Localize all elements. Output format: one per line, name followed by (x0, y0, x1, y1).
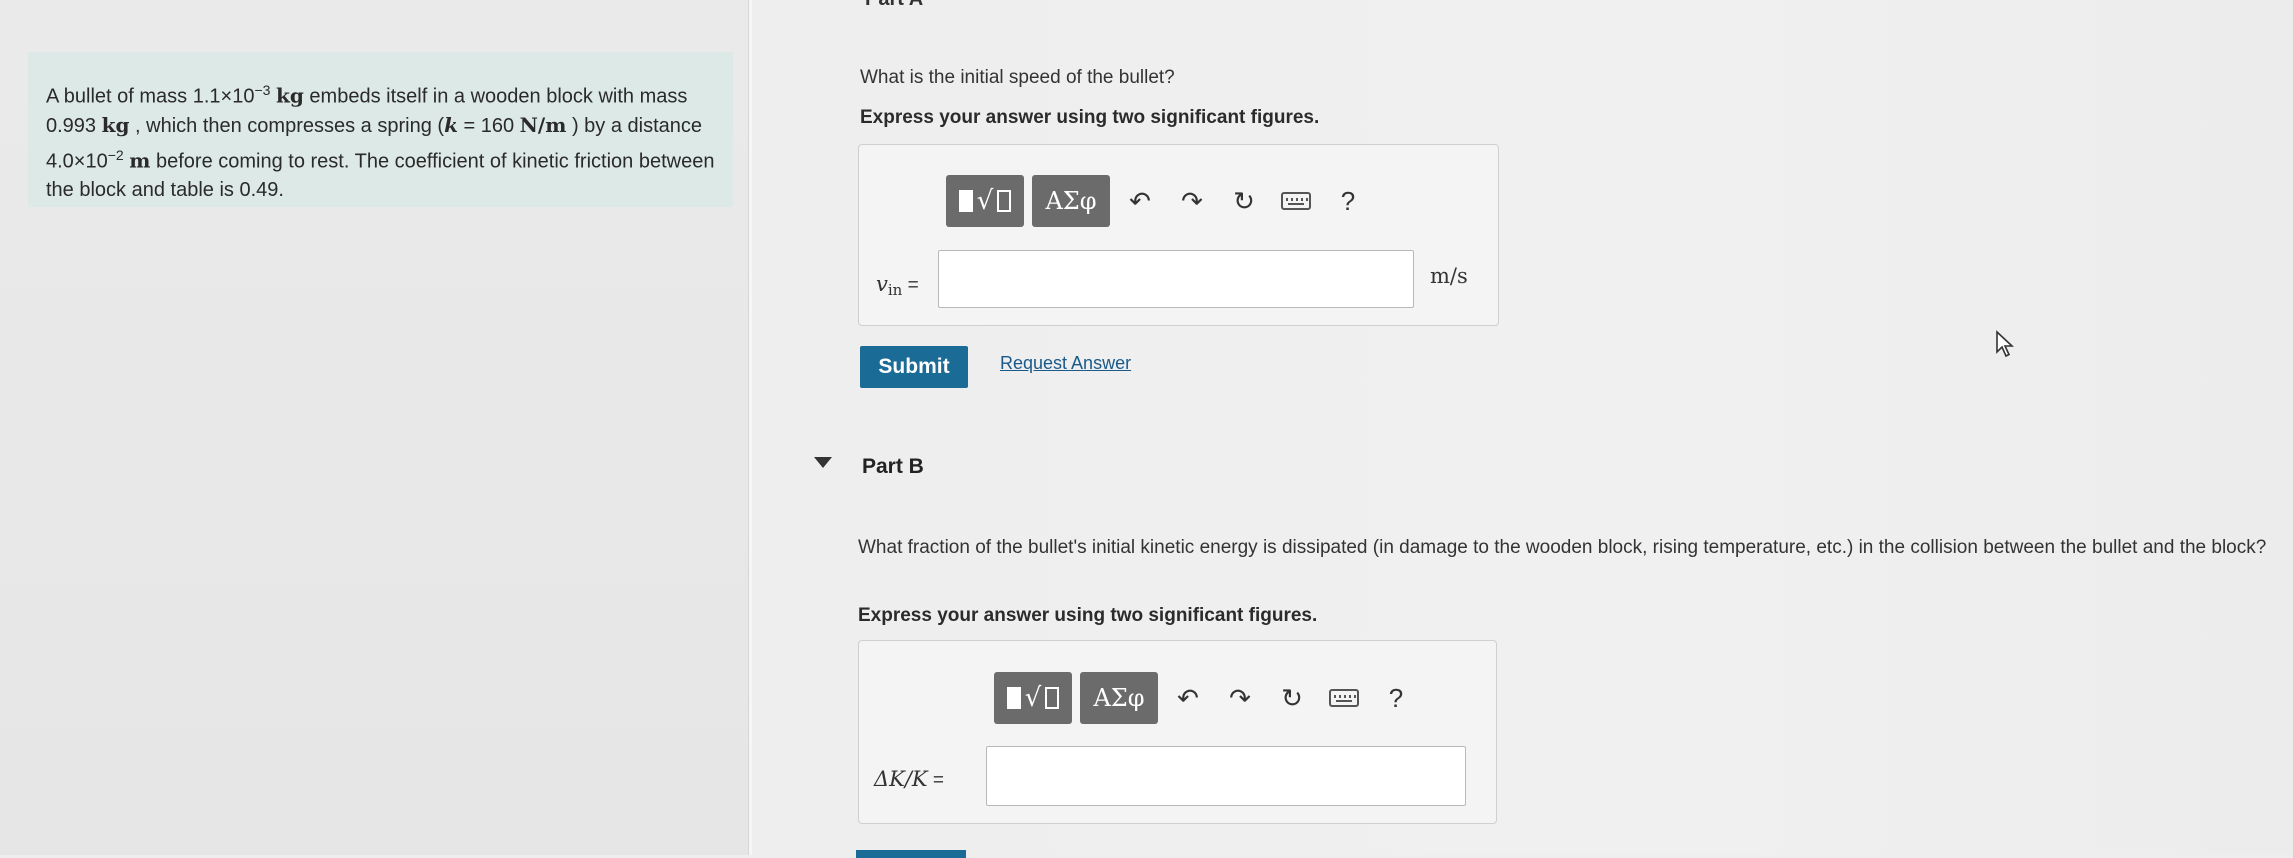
templates-button[interactable]: √ (994, 672, 1072, 724)
keyboard-icon (1281, 192, 1311, 210)
block-mass: 0.993 (46, 115, 97, 138)
undo-icon[interactable]: ↶ (1166, 676, 1210, 720)
bullet-mass-exponent: −3 (254, 82, 271, 98)
part-a-instruction: Express your answer using two significan… (860, 107, 1320, 128)
part-a-variable-label: vin = (876, 272, 919, 299)
undo-icon[interactable]: ↶ (1118, 179, 1162, 223)
symbols-button[interactable]: ΑΣφ (1032, 175, 1110, 227)
spring-constant-value: = 160 (457, 115, 520, 138)
var-subscript: in (887, 281, 903, 299)
keyboard-shortcuts-button[interactable] (1322, 676, 1366, 720)
unit-kg-2: kg (101, 113, 130, 138)
keyboard-icon (1329, 689, 1359, 707)
part-b-submit-button[interactable] (856, 850, 966, 858)
bullet-mass-mantissa: 1.1×10 (192, 85, 255, 108)
submit-button[interactable]: Submit (860, 346, 968, 388)
redo-icon[interactable]: ↷ (1170, 179, 1214, 223)
part-a-title: Part A (865, 0, 923, 11)
equals-sign: = (902, 275, 919, 296)
part-b-instruction: Express your answer using two significan… (858, 605, 1318, 626)
equals-sign: = (927, 770, 944, 791)
problem-text-4: ) by a distance (566, 115, 703, 138)
symbols-button[interactable]: ΑΣφ (1080, 672, 1158, 724)
unit-n-per-m: N/m (519, 113, 567, 138)
spring-constant-symbol: k (444, 113, 458, 138)
radical-icon: √ (976, 186, 994, 216)
part-b-question: What fraction of the bullet's initial ki… (858, 537, 2267, 558)
distance-exponent: −2 (107, 146, 124, 163)
reset-icon[interactable]: ↻ (1222, 179, 1266, 223)
unit-kg: kg (276, 83, 304, 108)
problem-text-2: embeds itself in a wooden block with mas… (303, 85, 688, 108)
placeholder-box-icon (997, 190, 1012, 212)
templates-button[interactable]: √ (946, 175, 1024, 227)
part-a-question: What is the initial speed of the bullet? (860, 67, 1175, 88)
distance-mantissa: 4.0×10 (46, 150, 108, 173)
problem-statement: A bullet of mass 1.1×10−3 kg embeds itse… (46, 76, 726, 204)
reset-icon[interactable]: ↻ (1270, 676, 1314, 720)
help-button[interactable]: ? (1374, 676, 1418, 720)
part-b-title[interactable]: Part B (862, 455, 924, 479)
redo-icon[interactable]: ↷ (1218, 676, 1262, 720)
radical-icon: √ (1024, 683, 1042, 713)
help-button[interactable]: ? (1326, 179, 1370, 223)
unit-m: m (129, 148, 151, 173)
part-b-toolbar: √ ΑΣφ ↶ ↷ ↻ ? (994, 671, 1418, 725)
problem-text-1: A bullet of mass (46, 85, 193, 108)
var-delta-k-over-k: ΔK/K (874, 767, 928, 791)
part-b-variable-label: ΔK/K = (874, 767, 944, 792)
mouse-cursor-icon (1996, 330, 2015, 358)
request-answer-link[interactable]: Request Answer (1000, 353, 1131, 374)
problem-text-3: , which then compresses a spring ( (129, 115, 445, 138)
part-a-unit: m/s (1430, 264, 1468, 288)
templates-icon (1006, 687, 1021, 709)
part-a-toolbar: √ ΑΣφ ↶ ↷ ↻ ? (946, 174, 1370, 228)
part-b-collapse-icon[interactable] (814, 457, 832, 468)
part-b-answer-input[interactable] (986, 746, 1466, 806)
keyboard-shortcuts-button[interactable] (1274, 179, 1318, 223)
part-a-answer-input[interactable] (938, 250, 1414, 308)
var-v: v (876, 272, 888, 296)
placeholder-box-icon (1045, 687, 1060, 709)
templates-icon (958, 190, 973, 212)
